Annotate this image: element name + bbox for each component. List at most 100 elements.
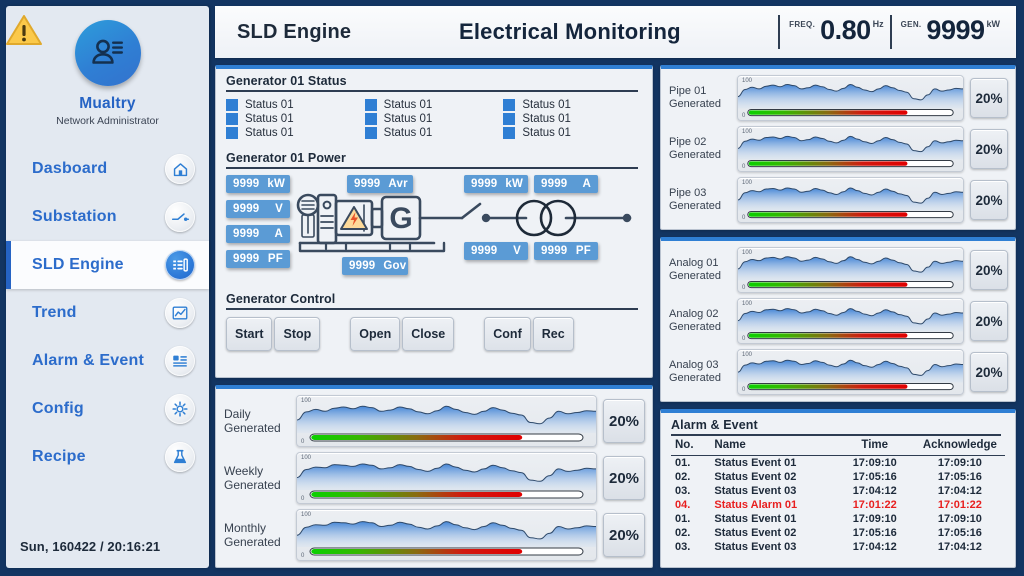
- sidebar-item-label: Alarm & Event: [32, 352, 144, 369]
- open-button[interactable]: Open: [350, 317, 401, 351]
- status-indicator-icon: [226, 99, 238, 111]
- status-item[interactable]: Status 01: [503, 113, 642, 125]
- status-indicator-icon: [364, 113, 377, 125]
- col-name: Name: [714, 436, 835, 456]
- cell-time: 17:05:16: [852, 471, 897, 483]
- status-label: Status 01: [383, 127, 433, 139]
- sidebar-nav: Dasboard Substation SLD Engine Trend Ala…: [6, 145, 209, 481]
- power-chip-kw-left[interactable]: 9999 kW: [226, 175, 290, 193]
- start-button[interactable]: Start: [226, 317, 273, 351]
- gauge-percent[interactable]: 20%: [970, 78, 1008, 118]
- home-icon: [165, 154, 195, 184]
- cell-name: Status Alarm 01: [714, 499, 798, 511]
- warning-triangle-icon[interactable]: [4, 12, 44, 48]
- sidebar-item-recipe[interactable]: Recipe: [6, 433, 209, 481]
- gauge-row: Pipe 02 Generated 100 0 20%: [669, 126, 1008, 172]
- table-row[interactable]: 03. Status Event 03 17:04:12 17:04:12: [671, 484, 1005, 498]
- cell-ack: 17:09:10: [937, 457, 982, 469]
- alarm-event-title: Alarm & Event: [671, 418, 758, 432]
- gauge-chart[interactable]: 100 0: [737, 177, 964, 223]
- gauge-percent[interactable]: 20%: [603, 399, 645, 443]
- status-item[interactable]: Status 01: [226, 127, 365, 139]
- sidebar-item-config[interactable]: Config: [6, 385, 209, 433]
- cell-ack: 17:09:10: [937, 513, 982, 525]
- table-row[interactable]: 01. Status Event 01 17:09:10 17:09:10: [671, 512, 1005, 526]
- status-item[interactable]: Status 01: [226, 99, 365, 111]
- power-chip-v-left[interactable]: 9999 V: [226, 200, 290, 218]
- sidebar-item-sld-engine[interactable]: SLD Engine: [6, 241, 209, 289]
- gauge-label: Pipe 02 Generated: [669, 136, 731, 162]
- cell-name: Status Event 03: [714, 541, 797, 553]
- alarm-event-table-wrap[interactable]: No. Name Time Acknowledge 01. Status Even…: [661, 436, 1015, 560]
- table-row[interactable]: 03. Status Event 03 17:04:12 17:04:12: [671, 540, 1005, 554]
- cell-name: Status Event 01: [714, 457, 797, 469]
- gauge-chart[interactable]: 100 0: [737, 298, 964, 344]
- table-row[interactable]: 01. Status Event 01 17:09:10 17:09:10: [671, 456, 1005, 471]
- status-item[interactable]: Status 01: [364, 99, 504, 111]
- page-title: SLD Engine: [237, 20, 352, 43]
- gauge-axis-bottom: 0: [742, 215, 746, 221]
- gauge-chart[interactable]: 100 0: [296, 395, 597, 447]
- gauge-chart[interactable]: 100 0: [737, 126, 964, 172]
- power-chip-pf-left[interactable]: 9999 PF: [226, 250, 290, 268]
- conf-button[interactable]: Conf: [484, 317, 531, 351]
- status-item[interactable]: Status 01: [364, 127, 504, 139]
- meter-freq-unit: Hz: [872, 19, 884, 29]
- stop-button[interactable]: Stop: [274, 317, 321, 351]
- sidebar-item-label: Trend: [32, 304, 77, 321]
- gauge-label: Weekly Generated: [224, 464, 290, 492]
- table-row[interactable]: 02. Status Event 02 17:05:16 17:05:16: [671, 526, 1005, 540]
- gauge-percent[interactable]: 20%: [970, 301, 1008, 341]
- breaker-node-icon: [481, 213, 491, 223]
- cell-no: 03.: [675, 485, 691, 497]
- gauge-percent[interactable]: 20%: [603, 513, 645, 557]
- alarm-event-table: No. Name Time Acknowledge 01. Status Even…: [671, 436, 1005, 554]
- gauge-chart[interactable]: 100 0: [296, 452, 597, 504]
- avatar[interactable]: [74, 20, 141, 86]
- sidebar: Mualtry Network Administrator Dasboard S…: [6, 6, 209, 568]
- gauge-axis-top: 100: [742, 129, 753, 135]
- status-indicator-icon: [503, 113, 516, 125]
- cell-ack: 17:04:12: [937, 485, 982, 497]
- status-item[interactable]: Status 01: [503, 99, 642, 111]
- gauge-name: Daily: [224, 407, 251, 421]
- status-item[interactable]: Status 01: [503, 127, 642, 139]
- gauge-name: Pipe 01: [669, 85, 707, 97]
- table-row[interactable]: 02. Status Event 02 17:05:16 17:05:16: [671, 470, 1005, 484]
- gauge-percent[interactable]: 20%: [970, 250, 1008, 290]
- gauge-chart[interactable]: 100 0: [737, 349, 964, 395]
- gauge-row: Pipe 01 Generated 100 0 20%: [669, 75, 1008, 121]
- cell-name: Status Event 02: [714, 527, 797, 539]
- gauge-label: Analog 01 Generated: [669, 257, 731, 283]
- gauge-chart[interactable]: 100 0: [737, 75, 964, 121]
- table-row[interactable]: 04. Status Alarm 01 17:01:22 17:01:22: [671, 498, 1005, 512]
- gauge-label: Pipe 01 Generated: [669, 85, 731, 111]
- close-button[interactable]: Close: [402, 317, 455, 351]
- right-column: Pipe 01 Generated 100 0 20% Pipe 02 Generated 1…: [660, 65, 1016, 568]
- status-indicator-icon: [364, 99, 377, 111]
- gauge-axis-top: 100: [742, 180, 753, 186]
- gauge-percent[interactable]: 20%: [970, 352, 1008, 392]
- power-chip-a-left[interactable]: 9999 A: [226, 225, 290, 243]
- status-item[interactable]: Status 01: [226, 113, 365, 125]
- cell-no: 03.: [675, 541, 691, 553]
- gauge-axis-bottom: 0: [742, 285, 746, 291]
- gauge-row: Analog 01 Generated 100 0 20%: [669, 247, 1008, 293]
- gauge-chart[interactable]: 100 0: [737, 247, 964, 293]
- sidebar-item-trend[interactable]: Trend: [6, 289, 209, 337]
- gauge-chart[interactable]: 100 0: [296, 509, 597, 561]
- gauge-percent[interactable]: 20%: [970, 129, 1008, 169]
- sidebar-item-dasboard[interactable]: Dasboard: [6, 145, 209, 193]
- cell-ack: 17:05:16: [937, 471, 982, 483]
- sidebar-item-alarm-event[interactable]: Alarm & Event: [6, 337, 209, 385]
- gauge-label: Monthly Generated: [224, 521, 290, 549]
- flask-icon: [165, 442, 195, 472]
- gauge-percent[interactable]: 20%: [970, 180, 1008, 220]
- status-item[interactable]: Status 01: [364, 113, 504, 125]
- rec-button[interactable]: Rec: [532, 317, 574, 351]
- sidebar-item-substation[interactable]: Substation: [6, 193, 209, 241]
- gauge-axis-top: 100: [742, 301, 753, 307]
- cell-no: 02.: [675, 471, 691, 483]
- main-area: SLD Engine Electrical Monitoring FREQ. 0…: [215, 6, 1016, 568]
- gauge-percent[interactable]: 20%: [603, 456, 645, 500]
